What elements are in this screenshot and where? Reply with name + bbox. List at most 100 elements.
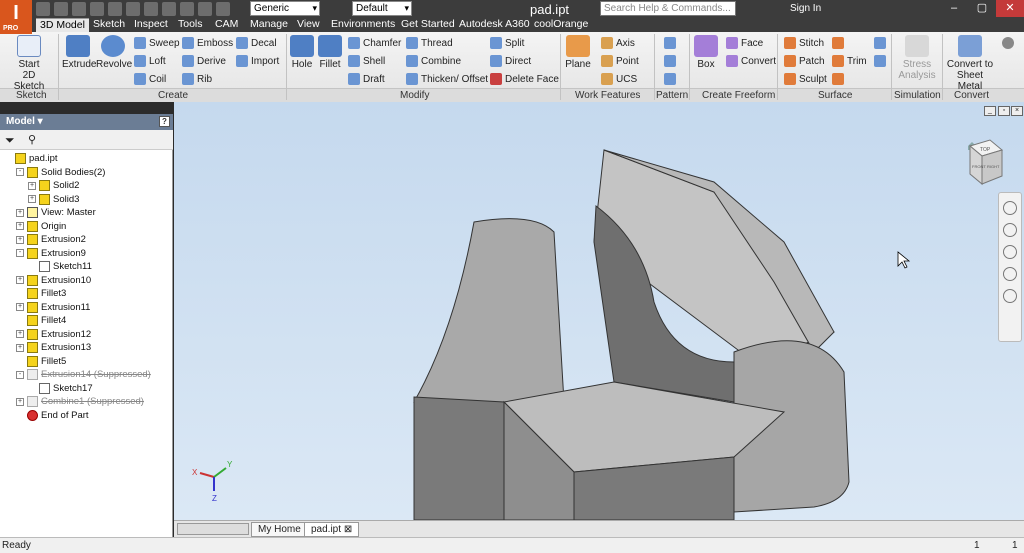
sculpt-button[interactable]: Sculpt [784,73,827,85]
plane-button[interactable]: Plane [564,35,592,70]
expand-toggle-icon[interactable]: + [16,222,24,230]
viewport-restore-button[interactable]: ▫ [998,106,1010,116]
delete-face-button[interactable]: Delete Face [490,73,559,85]
tab-cam[interactable]: CAM [215,18,238,32]
steering-wheel-icon[interactable] [1003,201,1017,215]
expand-toggle-icon[interactable]: + [16,397,24,406]
expand-toggle-icon[interactable]: + [16,330,24,338]
browser-node[interactable]: End of Part [16,409,89,422]
view-cube[interactable]: TOP FRONT RIGHT [956,138,1010,195]
expand-toggle-icon[interactable]: + [16,208,24,217]
surface-extend-button[interactable] [832,37,844,49]
freeform-box-button[interactable]: Box [692,35,720,70]
expand-toggle-icon[interactable]: + [16,343,24,352]
hole-button[interactable]: Hole [289,35,315,70]
convert-to-sheet-metal-button[interactable]: Convert to Sheet Metal [944,35,996,92]
browser-node[interactable]: + Combine1 (Suppressed) [16,395,144,408]
browser-node[interactable]: + Solid3 [28,193,79,206]
browser-node[interactable]: pad.ipt [4,152,58,165]
browser-node[interactable]: Fillet5 [16,355,66,368]
browser-node[interactable]: - Extrusion14 (Suppressed) [16,368,151,381]
rectangular-pattern-button[interactable] [664,37,676,49]
sign-in-link[interactable]: Sign In [790,3,821,14]
tab-tools[interactable]: Tools [178,18,203,32]
tab-get-started[interactable]: Get Started [401,18,455,32]
look-at-icon[interactable] [1003,289,1017,303]
viewport-close-button[interactable]: × [1011,106,1023,116]
emboss-button[interactable]: Emboss [182,37,233,49]
tab-environments[interactable]: Environments [331,18,395,32]
close-icon[interactable]: ⊠ [344,524,352,535]
browser-node[interactable]: + Extrusion11 [16,301,90,314]
point-button[interactable]: Point [601,55,639,67]
new-icon[interactable] [36,2,50,16]
properties-icon[interactable] [216,2,230,16]
browser-node[interactable]: + View: Master [16,206,96,219]
trim-button[interactable]: Trim [832,55,867,67]
open-icon[interactable] [54,2,68,16]
tab-inspect[interactable]: Inspect [134,18,168,32]
browser-node[interactable]: + Extrusion13 [16,341,91,354]
split-button[interactable]: Split [490,37,524,49]
browser-node[interactable]: + Origin [16,220,66,233]
material-select[interactable]: Generic [250,1,320,16]
expand-toggle-icon[interactable]: + [28,181,36,190]
browser-node[interactable]: + Extrusion2 [16,233,86,246]
tab-3d-model[interactable]: 3D Model [36,18,89,32]
freeform-convert-button[interactable]: Convert [726,55,776,67]
browser-header[interactable]: Model ▾ ? [0,114,173,130]
expand-toggle-icon[interactable]: - [16,168,24,176]
extrude-button[interactable]: Extrude [62,35,96,70]
sweep-button[interactable]: Sweep [134,37,180,49]
help-icon[interactable]: ? [159,116,170,127]
browser-node[interactable]: + Extrusion10 [16,274,91,287]
combine-button[interactable]: Combine [406,55,461,67]
graphics-viewport[interactable]: X Y Z [174,102,1024,520]
browser-node[interactable]: Sketch11 [28,260,92,273]
expand-toggle-icon[interactable]: - [16,249,24,257]
expand-toggle-icon[interactable]: + [16,235,24,244]
zoom-icon[interactable] [1003,245,1017,259]
boundary-patch-button[interactable] [874,55,886,67]
find-icon[interactable]: ⚲ [28,133,36,146]
coil-button[interactable]: Coil [134,73,166,85]
ucs-button[interactable]: UCS [601,73,637,85]
chamfer-button[interactable]: Chamfer [348,37,401,49]
save-icon[interactable] [72,2,86,16]
print-icon[interactable] [144,2,158,16]
rib-button[interactable]: Rib [182,73,212,85]
loft-button[interactable]: Loft [134,55,166,67]
app-menu-button[interactable]: I PRO [0,0,32,34]
pan-icon[interactable] [1003,223,1017,237]
thicken-offset-button[interactable]: Thicken/ Offset [406,73,488,85]
filter-icon[interactable]: ⏷ [5,133,15,148]
expand-toggle-icon[interactable]: + [16,303,24,311]
browser-node[interactable]: - Extrusion9 [16,247,86,260]
browser-node[interactable]: + Extrusion12 [16,328,91,341]
tab-coolorange[interactable]: coolOrange [534,18,588,32]
update-icon[interactable] [198,2,212,16]
appearance-select[interactable]: Default [352,1,412,16]
ribbon-options-button[interactable] [1002,37,1014,49]
stress-analysis-button[interactable]: Stress Analysis [896,35,938,81]
mirror-button[interactable] [664,73,676,85]
stitch-button[interactable]: Stitch [784,37,824,49]
circular-pattern-button[interactable] [664,55,676,67]
tab-sketch[interactable]: Sketch [93,18,125,32]
measure-icon[interactable] [162,2,176,16]
browser-node[interactable]: Fillet4 [16,314,66,327]
revolve-button[interactable]: Revolve [96,35,132,70]
browser-node[interactable]: + Solid2 [28,179,79,192]
window-arrange-icons[interactable] [177,523,249,535]
tab-my-home[interactable]: My Home [251,522,308,537]
derive-button[interactable]: Derive [182,55,226,67]
redo-icon[interactable] [108,2,122,16]
browser-node[interactable]: Sketch17 [28,382,93,395]
start-2d-sketch-button[interactable]: Start 2D Sketch [6,35,52,92]
maximize-button[interactable]: ▢ [968,0,996,17]
orbit-icon[interactable] [1003,267,1017,281]
axis-button[interactable]: Axis [601,37,635,49]
expand-toggle-icon[interactable]: + [16,276,24,284]
tab-view[interactable]: View [297,18,320,32]
draft-button[interactable]: Draft [348,73,385,85]
